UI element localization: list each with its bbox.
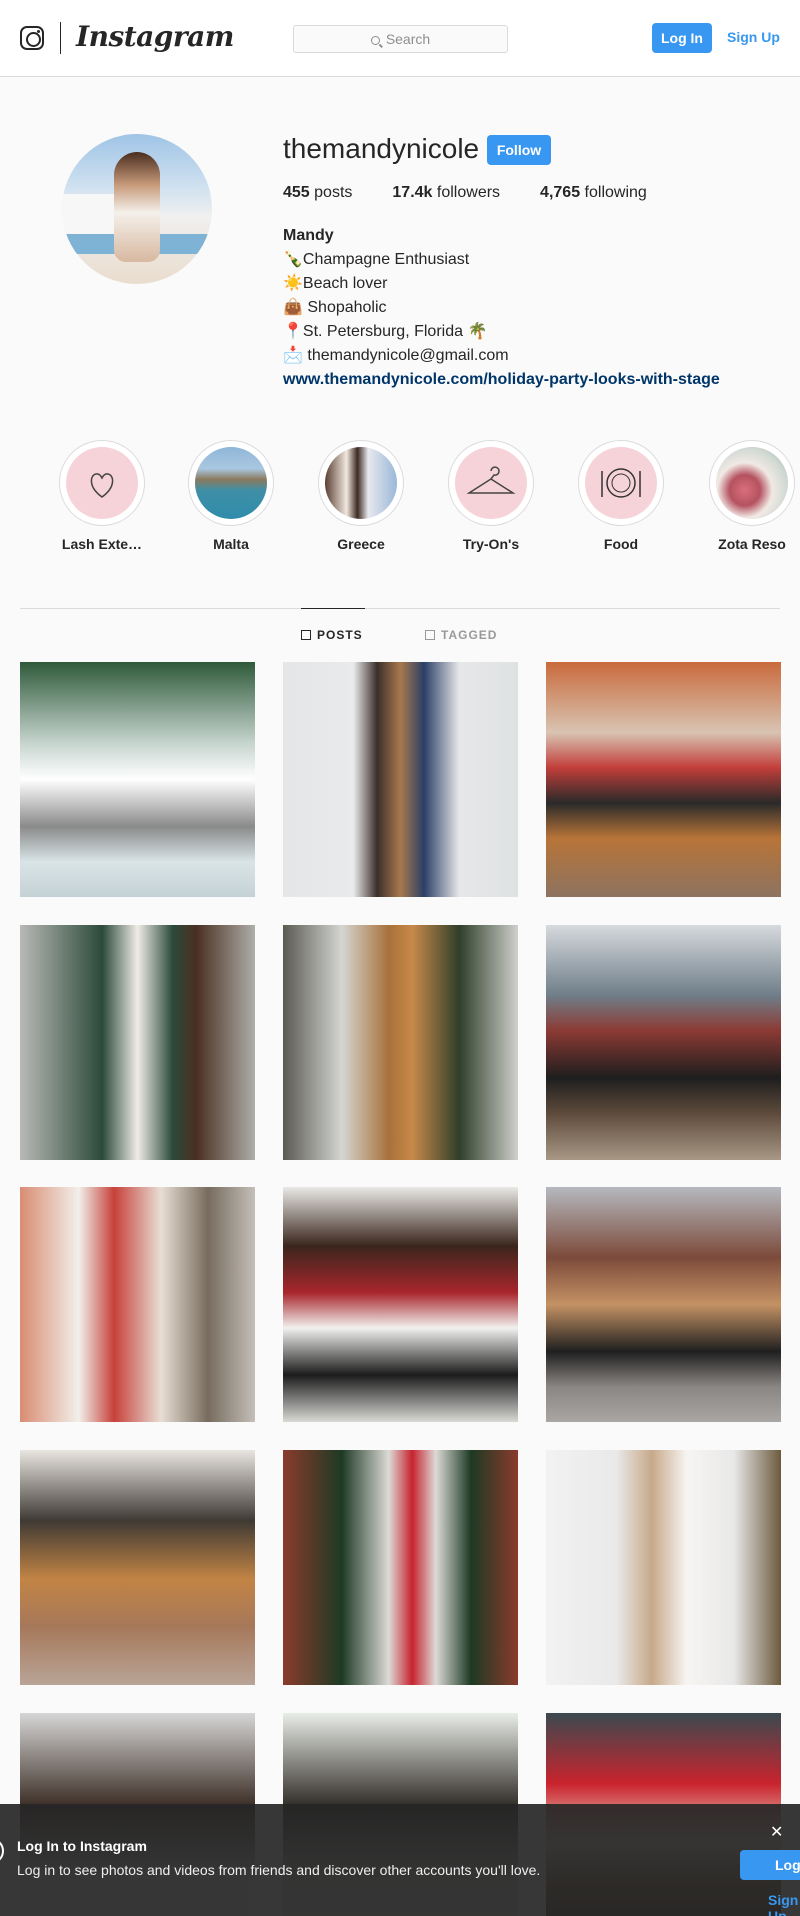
- bio-line: 🍾Champagne Enthusiast: [283, 251, 470, 268]
- highlight-thumbnail: [716, 447, 788, 519]
- banner-text: Log in to see photos and videos from fri…: [17, 1862, 541, 1878]
- highlight-lash-extensions[interactable]: Lash Exte…: [59, 440, 145, 552]
- instagram-camera-icon[interactable]: [20, 26, 44, 50]
- post-thumbnail[interactable]: [546, 1187, 781, 1422]
- post-thumbnail[interactable]: [283, 1450, 518, 1685]
- post-thumbnail[interactable]: [546, 925, 781, 1160]
- tab-tagged[interactable]: TAGGED: [425, 628, 497, 642]
- instagram-wordmark[interactable]: Instagram: [76, 20, 234, 53]
- highlight-food[interactable]: Food: [578, 440, 664, 552]
- tag-icon: [425, 630, 435, 640]
- profile-stats: 455 posts 17.4k followers 4,765 followin…: [283, 184, 687, 202]
- post-thumbnail[interactable]: [20, 925, 255, 1160]
- heart-icon: [90, 473, 114, 498]
- highlight-thumbnail: [195, 447, 267, 519]
- profile-avatar[interactable]: [62, 134, 212, 284]
- tab-active-indicator: [301, 608, 365, 609]
- highlight-try-ons[interactable]: Try-On's: [448, 440, 534, 552]
- post-thumbnail[interactable]: [283, 662, 518, 897]
- post-thumbnail[interactable]: [283, 1187, 518, 1422]
- banner-title: Log In to Instagram: [17, 1838, 147, 1854]
- banner-signup-link[interactable]: Sign Up: [768, 1892, 800, 1916]
- post-thumbnail[interactable]: [546, 662, 781, 897]
- profile-bio: Mandy 🍾Champagne Enthusiast ☀️Beach love…: [283, 224, 720, 392]
- bio-line: ☀️Beach lover: [283, 275, 388, 292]
- bio-line: 📩 themandynicole@gmail.com: [283, 347, 509, 364]
- highlight-zota-resort[interactable]: Zota Reso: [709, 440, 795, 552]
- post-thumbnail[interactable]: [283, 925, 518, 1160]
- grid-icon: [301, 630, 311, 640]
- logo-divider: [60, 22, 61, 54]
- post-thumbnail[interactable]: [20, 1187, 255, 1422]
- banner-login-button[interactable]: Log In: [740, 1850, 800, 1880]
- tab-posts[interactable]: POSTS: [301, 628, 363, 642]
- login-banner: Log In to Instagram Log in to see photos…: [0, 1804, 800, 1916]
- post-thumbnail[interactable]: [546, 1450, 781, 1685]
- highlight-malta[interactable]: Malta: [188, 440, 274, 552]
- instagram-camera-icon: [0, 1838, 4, 1864]
- hanger-icon: [466, 466, 516, 494]
- profile-full-name: Mandy: [283, 227, 334, 244]
- search-placeholder: Search: [385, 31, 431, 47]
- signup-link[interactable]: Sign Up: [727, 29, 780, 45]
- tabs-divider: [20, 608, 780, 609]
- login-button[interactable]: Log In: [652, 23, 712, 53]
- bio-line: 👜 Shopaholic: [283, 299, 387, 316]
- close-icon[interactable]: ✕: [770, 1822, 783, 1842]
- plate-icon: [601, 468, 641, 498]
- following-stat[interactable]: 4,765 following: [540, 184, 647, 202]
- search-icon: [370, 36, 380, 45]
- post-thumbnail[interactable]: [20, 662, 255, 897]
- profile-website-link[interactable]: www.themandynicole.com/holiday-party-loo…: [283, 368, 720, 392]
- posts-stat: 455 posts: [283, 184, 353, 201]
- follow-button[interactable]: Follow: [487, 135, 551, 165]
- highlight-thumbnail: [325, 447, 397, 519]
- profile-username: themandynicole: [283, 133, 480, 164]
- followers-stat[interactable]: 17.4k followers: [392, 184, 500, 202]
- search-input[interactable]: Search: [293, 25, 508, 53]
- bio-line: 📍St. Petersburg, Florida 🌴: [283, 323, 488, 340]
- top-nav: Instagram Search Log In Sign Up: [0, 0, 800, 77]
- highlight-greece[interactable]: Greece: [318, 440, 404, 552]
- post-thumbnail[interactable]: [20, 1450, 255, 1685]
